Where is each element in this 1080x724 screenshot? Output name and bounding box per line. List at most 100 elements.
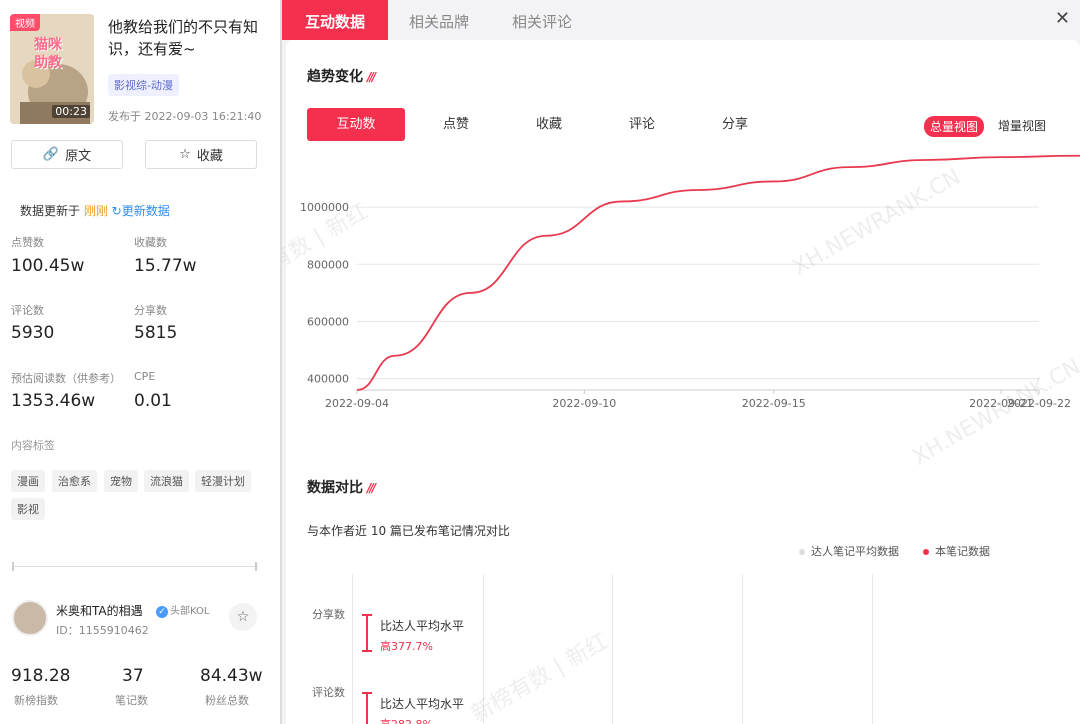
metric-tab-likes[interactable]: 点赞 — [407, 108, 505, 141]
star-icon: ☆ — [179, 147, 191, 162]
author-level-badge: ✓ 头部KOL — [156, 602, 209, 618]
compare-grid-line — [483, 574, 484, 724]
update-when: 刚刚 — [83, 204, 108, 218]
refresh-label: 更新数据 — [121, 204, 170, 218]
x-tick-label: 2022-09-22 — [1007, 397, 1071, 410]
verified-icon: ✓ — [156, 606, 168, 618]
stat-value-shares: 5815 — [134, 323, 178, 343]
compare-grid-line — [612, 574, 613, 724]
compare-grid-line — [352, 574, 353, 724]
compare-section-title: 数据对比 /// — [307, 477, 376, 497]
y-tick-label: 400000 — [307, 373, 349, 386]
legend-this-note[interactable]: 本笔记数据 — [923, 543, 990, 559]
stat-value-cpe: 0.01 — [134, 391, 172, 411]
compare-row-text: 比达人平均水平 — [380, 619, 465, 633]
metric-tab-collects[interactable]: 收藏 — [500, 108, 598, 141]
author-badge-label: 头部KOL — [170, 606, 210, 617]
metric-tab-shares[interactable]: 分享 — [686, 108, 784, 141]
tab-related-comments[interactable]: 相关评论 — [512, 0, 572, 40]
video-thumbnail[interactable]: 视频 猫咪 助教 00:23 — [10, 14, 94, 124]
legend-dot-red — [923, 549, 929, 555]
legend-label: 本笔记数据 — [935, 545, 990, 558]
scroll-handle-right[interactable] — [255, 562, 257, 571]
tab-interaction-data[interactable]: 互动数据 — [282, 0, 388, 40]
compare-grid-line — [742, 574, 743, 724]
analytics-panel: 互动数据 相关品牌 相关评论 ✕ 趋势变化 /// 互动数 点赞 收藏 评论 分享… — [282, 0, 1080, 724]
y-tick-label: 800000 — [307, 258, 349, 271]
compare-row-value: 高282.8% — [380, 716, 433, 724]
incremental-view-toggle[interactable]: 增量视图 — [998, 117, 1046, 134]
content-tags-label: 内容标签 — [11, 439, 55, 452]
metric-tab-comments[interactable]: 评论 — [593, 108, 691, 141]
scroll-handle-left[interactable] — [12, 562, 14, 571]
update-status: 数据更新于 刚刚 ↻更新数据 — [20, 202, 170, 219]
author-stat-index: 918.28 — [11, 666, 71, 686]
stat-label-reads: 预估阅读数（供参考） — [11, 372, 121, 385]
content-tag[interactable]: 漫画 — [11, 470, 45, 492]
note-detail-panel: 视频 猫咪 助教 00:23 他教给我们的不只有知识，还有爱~ 影视综-动漫 发… — [0, 0, 280, 724]
stat-label-comments: 评论数 — [11, 304, 44, 317]
note-title: 他教给我们的不只有知识，还有爱~ — [108, 18, 259, 58]
stat-label-collects: 收藏数 — [134, 236, 167, 249]
trend-title-text: 趋势变化 — [307, 69, 363, 85]
legend-dot-grey — [799, 549, 805, 555]
author-stat-notes: 37 — [122, 666, 144, 686]
compare-range-bar — [362, 614, 372, 652]
section-decoration-icon: /// — [367, 70, 376, 84]
compare-note: 与本作者近 10 篇已发布笔记情况对比 — [307, 524, 510, 538]
refresh-icon: ↻ — [111, 204, 122, 218]
series-line-interactions[interactable] — [356, 154, 1080, 391]
trend-section-title: 趋势变化 /// — [307, 66, 376, 86]
content-tag[interactable]: 宠物 — [104, 470, 138, 492]
favorite-button[interactable]: ☆ 收藏 — [145, 140, 257, 169]
compare-row-text: 比达人平均水平 — [380, 697, 465, 711]
tab-related-brands[interactable]: 相关品牌 — [409, 0, 469, 40]
legend-label: 达人笔记平均数据 — [811, 545, 899, 558]
x-tick-label: 2022-09-04 — [325, 397, 389, 410]
close-icon[interactable]: ✕ — [1055, 8, 1070, 29]
video-type-badge: 视频 — [10, 14, 40, 31]
compare-row-label-shares: 分享数 — [312, 608, 345, 621]
x-tick-label: 2022-09-15 — [742, 397, 806, 410]
category-badge: 影视综-动漫 — [108, 74, 179, 96]
legend-author-average[interactable]: 达人笔记平均数据 — [799, 543, 899, 559]
author-avatar[interactable] — [12, 600, 48, 636]
source-link-button[interactable]: 🔗 原文 — [11, 140, 123, 169]
video-duration: 00:23 — [52, 105, 90, 118]
total-view-toggle[interactable]: 总量视图 — [924, 116, 985, 137]
author-id: ID：1155910462 — [56, 624, 149, 637]
content-tag[interactable]: 轻漫计划 — [195, 470, 251, 492]
update-prefix: 数据更新于 — [20, 204, 84, 218]
follow-star-button[interactable]: ☆ — [229, 603, 257, 631]
star-icon: ☆ — [236, 609, 250, 625]
refresh-data-button[interactable]: ↻更新数据 — [112, 204, 170, 218]
compare-grid-line — [872, 574, 873, 724]
author-stat-fans-label: 粉丝总数 — [205, 694, 249, 707]
x-tick-label: 2022-09-10 — [552, 397, 616, 410]
link-icon: 🔗 — [42, 147, 60, 162]
compare-row-value: 高377.7% — [380, 640, 433, 653]
content-tag[interactable]: 流浪猫 — [144, 470, 189, 492]
stat-value-reads: 1353.46w — [11, 391, 96, 411]
y-tick-label: 600000 — [307, 315, 349, 328]
section-decoration-icon: /// — [367, 481, 376, 495]
compare-range-bar — [362, 692, 372, 724]
compare-title-text: 数据对比 — [307, 480, 363, 496]
content-tag[interactable]: 影视 — [11, 498, 45, 520]
author-stat-notes-label: 笔记数 — [115, 694, 148, 707]
stat-label-likes: 点赞数 — [11, 236, 44, 249]
thumbnail-title-art: 猫咪 助教 — [34, 37, 62, 71]
author-name[interactable]: 米奥和TA的相遇 — [56, 602, 143, 619]
content-tag[interactable]: 治愈系 — [52, 470, 97, 492]
author-stat-fans: 84.43w — [200, 666, 263, 686]
publish-time: 发布于 2022-09-03 16:21:40 — [108, 110, 262, 123]
scroll-divider — [12, 566, 258, 567]
trend-chart: 400000 600000 800000 1000000 2022-09-04 2022-… — [300, 154, 1080, 410]
compare-row-label-comments: 评论数 — [312, 686, 345, 699]
stat-label-cpe: CPE — [134, 370, 156, 383]
favorite-button-label: 收藏 — [196, 149, 223, 164]
metric-tab-interactions[interactable]: 互动数 — [307, 108, 405, 141]
stat-label-shares: 分享数 — [134, 304, 167, 317]
author-stat-index-label: 新榜指数 — [14, 694, 58, 707]
source-button-label: 原文 — [65, 149, 92, 164]
